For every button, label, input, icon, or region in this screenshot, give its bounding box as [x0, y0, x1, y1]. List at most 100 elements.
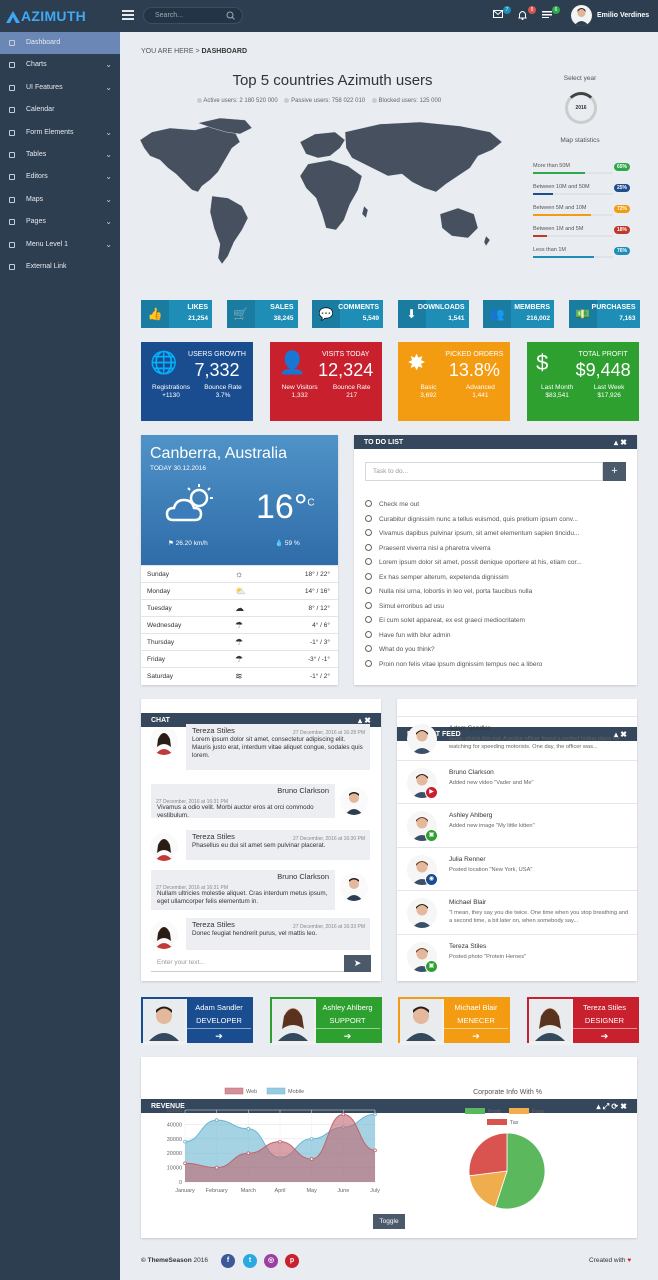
data-point[interactable] [246, 1126, 251, 1131]
feed-name[interactable]: Adam Sandler [449, 725, 490, 732]
sidebar-item-external-link[interactable]: External Link [0, 256, 120, 278]
todo-item[interactable]: Nulla nisi urna, lobortis in leo vel, po… [365, 587, 605, 595]
revenue-controls[interactable]: ▴ ⤢ ⟳ ✖ [597, 1102, 628, 1112]
brand-logo[interactable]: AZIMUTH [6, 8, 86, 24]
pinterest-icon[interactable]: p [285, 1254, 299, 1268]
chat-avatar[interactable] [150, 833, 178, 861]
sidebar-item-ui-features[interactable]: UI Features ⌄ [0, 77, 120, 99]
bell-icon[interactable]: 5 [518, 6, 536, 21]
chat-avatar[interactable] [150, 921, 178, 949]
stat-tile-downloads[interactable]: ⬇ DOWNLOADS 1,541 [397, 300, 469, 328]
feed-name[interactable]: Bruno Clarkson [449, 769, 494, 776]
summary-tile-users-growth[interactable]: 🌐 USERS GROWTH 7,332 Registrations +1130 Boun… [141, 342, 253, 421]
data-point[interactable] [183, 1139, 187, 1144]
toggle-button[interactable]: Toggle [373, 1214, 405, 1229]
data-point[interactable] [373, 1148, 377, 1153]
arrow-right-icon[interactable]: ➔ [316, 1031, 380, 1042]
team-card-ashley-ahlberg[interactable]: Ashley Ahlberg SUPPORT ➔ [269, 997, 382, 1045]
todo-item[interactable]: Vivamus dapibus pulvinar ipsum, sit amet… [365, 529, 605, 537]
data-point[interactable] [214, 1165, 219, 1170]
feed-item[interactable]: ▣ Tereza Stiles Posted photo "Protein Hero… [397, 933, 637, 977]
send-button[interactable]: ➤ [344, 955, 371, 972]
team-card-michael-blair[interactable]: Michael Blair MENECER ➔ [398, 997, 510, 1045]
revenue-area-chart[interactable]: 0 10000 20000 30000 40000 50000 January Februar… [150, 1082, 390, 1197]
data-point[interactable] [373, 1112, 377, 1117]
messages-icon[interactable]: 7 [493, 6, 511, 21]
feed-avatar[interactable] [407, 724, 437, 754]
stat-tile-likes[interactable]: 👍 LIKES 21,254 [141, 300, 212, 328]
summary-tile-picked-orders[interactable]: ✸ PICKED ORDERS 13.8% Basic 3,692 Advanced 1,4… [398, 342, 511, 421]
stat-tile-comments[interactable]: 💬 COMMENTS 5,549 [312, 300, 383, 328]
sidebar-item-pages[interactable]: Pages ⌄ [0, 211, 120, 233]
todo-item[interactable]: Proin non felis vitae ipsum dignissim te… [365, 660, 605, 668]
team-card-adam-sandler[interactable]: Adam Sandler DEVELOPER ➔ [141, 997, 253, 1045]
menu-toggle-icon[interactable] [122, 10, 134, 20]
summary-tile-total-profit[interactable]: $ TOTAL PROFIT $9,448 Last Month $83,541 Last… [527, 342, 640, 421]
instagram-icon[interactable]: ◎ [264, 1254, 278, 1268]
search-icon[interactable] [226, 11, 235, 20]
tasks-icon[interactable]: 6 [542, 6, 560, 21]
feed-item[interactable]: ◉ Julia Renner Posted location "New York, … [397, 846, 637, 890]
todo-controls[interactable]: ▴ ✖ [614, 438, 627, 447]
todo-input[interactable]: Task to do... [365, 462, 603, 481]
feed-avatar[interactable] [407, 898, 437, 928]
feed-item[interactable]: Michael Blair "I mean, they say you die t… [397, 890, 637, 933]
data-point[interactable] [246, 1151, 251, 1155]
todo-item[interactable]: What do you think? [365, 645, 605, 653]
stat-tile-members[interactable]: 👥 MEMBERS 216,002 [483, 300, 554, 328]
feed-name[interactable]: Michael Blair [449, 899, 486, 906]
sidebar-item-calendar[interactable]: Calendar [0, 99, 120, 121]
add-task-button[interactable]: + [603, 462, 626, 481]
breadcrumb-current[interactable]: DASHBOARD [202, 48, 248, 55]
todo-item[interactable]: Curabitur dignissim nunc a tellus euismo… [365, 515, 605, 523]
footer-brand-text[interactable]: © ThemeSeason [141, 1257, 192, 1264]
data-point[interactable] [214, 1118, 219, 1122]
year-selector[interactable]: 2016 [565, 92, 597, 124]
sidebar-item-tables[interactable]: Tables ⌄ [0, 144, 120, 166]
sidebar-item-editors[interactable]: Editors ⌄ [0, 166, 120, 188]
feed-item[interactable]: Adam Sandler Guys, check this out: A poli… [397, 716, 637, 759]
world-map[interactable] [140, 118, 510, 268]
chat-input[interactable]: Enter your text... [151, 955, 344, 972]
user-name[interactable]: Emilio Verdines [597, 12, 649, 19]
team-card-tereza-stiles[interactable]: Tereza Stiles DESIGNER ➔ [526, 997, 639, 1045]
todo-item[interactable]: Ex has semper alterum, expetenda digniss… [365, 573, 605, 581]
sidebar-item-form-elements[interactable]: Form Elements ⌄ [0, 122, 120, 144]
feed-name[interactable]: Ashley Ahlberg [449, 812, 492, 819]
chat-avatar[interactable] [150, 727, 178, 755]
summary-tile-visits-today[interactable]: 👤 VISITS TODAY 12,324 New Visitors 1,332 Boun… [269, 342, 382, 421]
sidebar-item-menu-level-1[interactable]: Menu Level 1 ⌄ [0, 234, 120, 256]
chat-avatar[interactable] [340, 787, 368, 815]
data-point[interactable] [278, 1139, 282, 1144]
user-avatar[interactable] [571, 5, 592, 26]
feed-name[interactable]: Julia Renner [449, 856, 486, 863]
arrow-right-icon[interactable]: ➔ [187, 1031, 251, 1042]
feed-item[interactable]: ▶ Bruno Clarkson Added new video "Vader an… [397, 759, 637, 803]
todo-item[interactable]: Check me out [365, 500, 605, 508]
arrow-right-icon[interactable]: ➔ [573, 1031, 637, 1042]
todo-item[interactable]: Praesent viverra nisl a pharetra viverra [365, 544, 605, 552]
todo-item[interactable]: Simul erroribus ad usu [365, 602, 605, 610]
facebook-icon[interactable]: f [221, 1254, 235, 1268]
summary-stat-a-value: 3,692 [420, 392, 437, 399]
data-point[interactable] [341, 1112, 346, 1117]
todo-item[interactable]: Ei cum solet appareat, ex est graeci med… [365, 616, 605, 624]
sidebar-item-dashboard[interactable]: Dashboard [0, 32, 120, 54]
feed-name[interactable]: Tereza Stiles [449, 943, 486, 950]
data-point[interactable] [309, 1136, 314, 1141]
data-point[interactable] [309, 1157, 314, 1161]
todo-item[interactable]: Have fun with blur admin [365, 631, 605, 639]
chat-avatar[interactable] [340, 873, 368, 901]
stat-tile-sales[interactable]: 🛒 SALES 38,245 [226, 300, 298, 328]
pie-slice-tax[interactable] [468, 1132, 508, 1177]
stat-tile-purchases[interactable]: 💵 PURCHASES 7,163 [568, 300, 640, 328]
feed-item[interactable]: ▣ Ashley Ahlberg Added new image "My littl… [397, 803, 637, 846]
sidebar-item-charts[interactable]: Charts ⌄ [0, 54, 120, 76]
twitter-icon[interactable]: t [243, 1254, 257, 1268]
data-point[interactable] [183, 1161, 187, 1166]
arrow-right-icon[interactable]: ➔ [444, 1031, 508, 1042]
sidebar-item-maps[interactable]: Maps ⌄ [0, 189, 120, 211]
todo-item[interactable]: Lorem ipsum dolor sit amet, possit deniq… [365, 558, 605, 566]
corporate-pie-chart[interactable]: Profit Fees Tax [455, 1103, 560, 1213]
search-input[interactable]: Search... [143, 7, 243, 24]
